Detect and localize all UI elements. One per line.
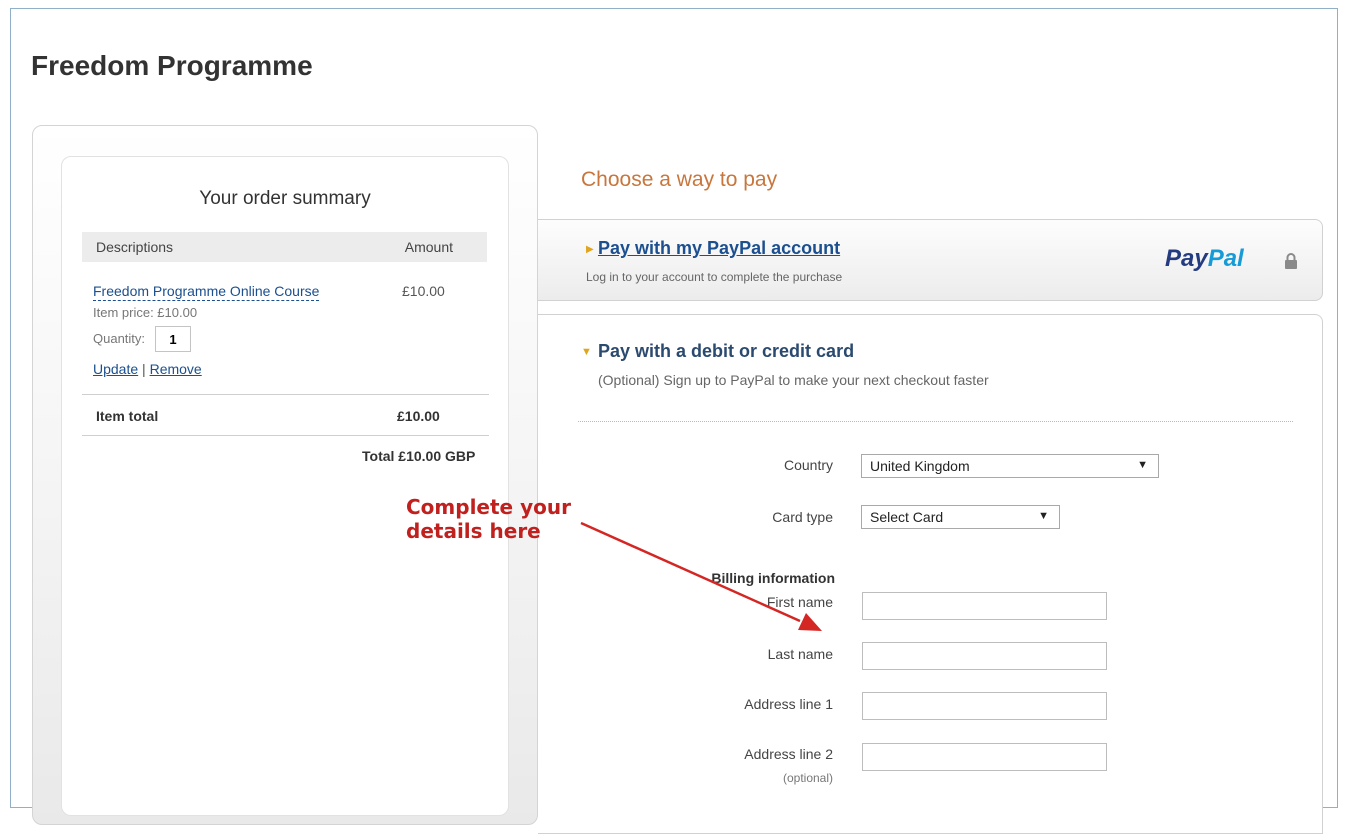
paypal-account-link[interactable]: Pay with my PayPal account	[598, 238, 840, 259]
order-summary-title: Your order summary	[199, 188, 371, 209]
lock-icon	[1285, 253, 1297, 269]
paypal-account-subtitle: Log in to your account to complete the p…	[586, 270, 843, 284]
country-selected-value: United Kingdom	[870, 458, 970, 474]
paypal-logo-pal: Pal	[1207, 245, 1244, 272]
triangle-down-icon: ▼	[581, 346, 592, 358]
chevron-down-icon: ▼	[1038, 510, 1049, 522]
annotation-callout: Complete your details here	[406, 495, 571, 543]
chevron-down-icon: ▼	[1137, 459, 1148, 471]
card-payment-title[interactable]: Pay with a debit or credit card	[598, 341, 854, 362]
first-name-input[interactable]	[862, 592, 1107, 620]
descriptions-column-header: Descriptions	[96, 239, 174, 255]
amount-column-header: Amount	[404, 239, 453, 255]
country-label: Country	[783, 457, 833, 473]
dotted-divider	[578, 421, 1293, 422]
update-link[interactable]: Update	[93, 361, 138, 377]
card-type-label: Card type	[772, 509, 833, 525]
card-payment-subtitle: (Optional) Sign up to PayPal to make you…	[598, 372, 989, 388]
billing-information-heading: Billing information	[711, 570, 835, 586]
item-price: Item price: £10.00	[93, 305, 198, 320]
choose-payment-heading: Choose a way to pay	[581, 168, 778, 191]
last-name-input[interactable]	[862, 642, 1107, 670]
triangle-right-icon: ▶	[586, 244, 594, 255]
address-line-2-optional-note: (optional)	[782, 771, 833, 785]
item-amount: £10.00	[402, 283, 445, 299]
merchant-name: Freedom Programme	[31, 50, 313, 81]
quantity-input[interactable]	[155, 326, 191, 352]
divider	[82, 435, 489, 436]
address-line-1-input[interactable]	[862, 692, 1107, 720]
quantity-label: Quantity:	[93, 331, 146, 346]
address-line-1-label: Address line 1	[744, 696, 833, 712]
last-name-label: Last name	[767, 646, 833, 662]
order-summary-header: Descriptions Amount	[82, 232, 487, 262]
country-select[interactable]: United Kingdom ▼	[861, 454, 1159, 478]
grand-total: Total £10.00 GBP	[362, 448, 476, 464]
action-separator: |	[142, 361, 146, 377]
card-type-selected-value: Select Card	[870, 509, 944, 525]
address-line-2-label: Address line 2	[744, 746, 833, 762]
address-line-2-input[interactable]	[862, 743, 1107, 771]
item-name-link[interactable]: Freedom Programme Online Course	[93, 283, 320, 301]
item-total-value: £10.00	[397, 408, 440, 424]
annotation-line-2: details here	[406, 519, 541, 543]
remove-link[interactable]: Remove	[150, 361, 202, 377]
annotation-line-1: Complete your	[406, 495, 571, 519]
paypal-logo: PayPal	[1165, 245, 1244, 273]
item-actions: Update | Remove	[93, 361, 202, 377]
paypal-logo-pay: Pay	[1165, 245, 1208, 272]
first-name-label: First name	[766, 594, 833, 610]
divider	[82, 394, 489, 395]
card-type-select[interactable]: Select Card ▼	[861, 505, 1060, 529]
item-total-label: Item total	[96, 408, 159, 424]
